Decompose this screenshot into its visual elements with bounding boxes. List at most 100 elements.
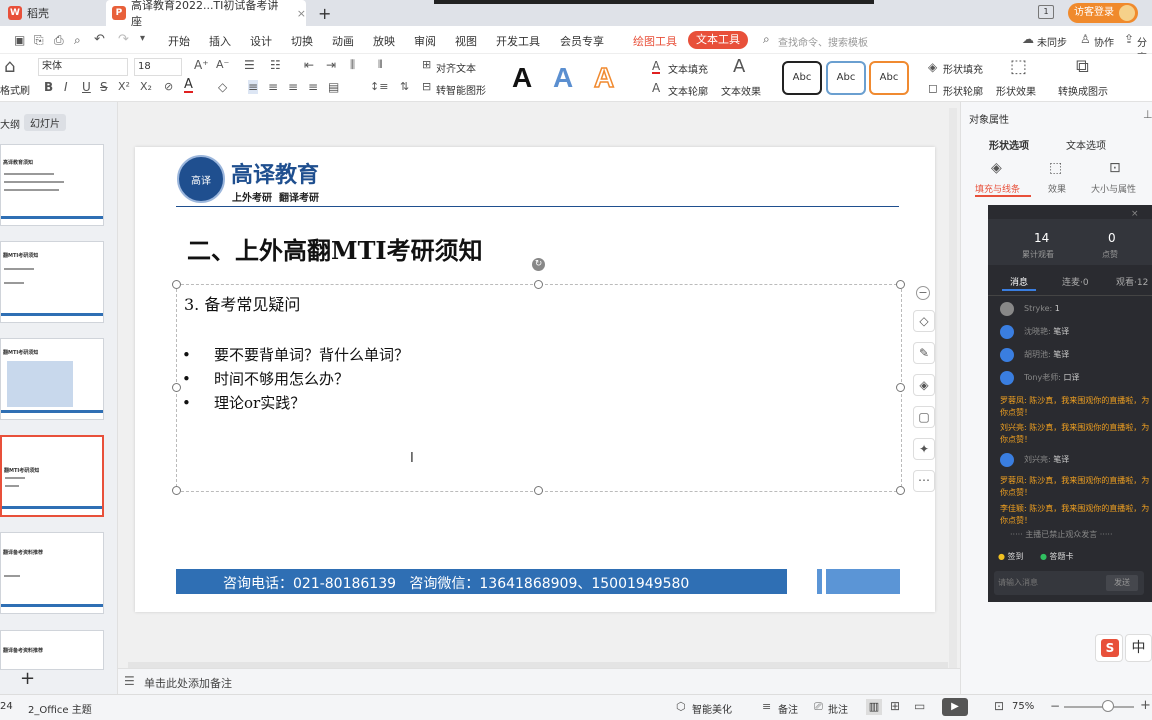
text-fill-button[interactable]: 文本填充 bbox=[668, 61, 708, 76]
tab-text-options[interactable]: 文本选项 bbox=[1066, 137, 1106, 152]
shape-style-1[interactable]: Abc bbox=[782, 61, 822, 95]
collapse-icon[interactable]: − bbox=[916, 286, 930, 300]
smartart-button[interactable]: 转智能图形 bbox=[436, 82, 486, 97]
menu-start[interactable]: 开始 bbox=[168, 33, 190, 49]
sorter-view-icon[interactable]: ⊞ bbox=[890, 699, 900, 713]
add-slide-button[interactable]: + bbox=[20, 668, 35, 689]
font-name-select[interactable]: 宋体 bbox=[38, 58, 128, 76]
slide-thumbnail-selected[interactable]: 翻MTI考研须知 bbox=[0, 435, 104, 517]
subtab-fill-line[interactable]: 填充与线条 bbox=[975, 182, 1020, 195]
menu-transition[interactable]: 切换 bbox=[291, 33, 313, 49]
notes-toggle-button[interactable]: 备注 bbox=[778, 701, 798, 716]
text-effects-button[interactable]: 文本效果 bbox=[721, 83, 761, 98]
live-chat-input[interactable]: 请输入消息 发送 bbox=[994, 571, 1144, 595]
strikethrough-button[interactable]: S bbox=[100, 80, 108, 94]
live-tab-messages[interactable]: 消息 bbox=[1010, 275, 1028, 288]
selected-textbox[interactable]: 3. 备考常见疑问 • 要不要背单词？背什么单词？ • 时间不够用怎么办？ • 理论o… bbox=[172, 258, 905, 495]
subscript-icon[interactable]: X₂ bbox=[140, 80, 152, 93]
ime-language-toggle[interactable]: 中 bbox=[1125, 634, 1152, 662]
justify-icon[interactable]: ≡ bbox=[308, 80, 318, 94]
notes-placeholder[interactable]: 单击此处添加备注 bbox=[144, 675, 232, 691]
border-icon[interactable]: ▢ bbox=[913, 406, 935, 428]
slide[interactable]: 高译 高译教育 上外考研 翻译考研 二、上外高翻MTI考研须知 3. 备考常见疑… bbox=[135, 147, 935, 612]
undo-icon[interactable]: ↶ bbox=[94, 32, 105, 47]
bold-button[interactable]: B bbox=[44, 80, 53, 94]
tab-home[interactable]: W 稻壳 bbox=[2, 0, 102, 26]
tab-document[interactable]: P 高译教育2022...TI初试备考讲座 × bbox=[106, 0, 306, 28]
font-size-select[interactable]: 18 bbox=[134, 58, 182, 76]
menu-insert[interactable]: 插入 bbox=[209, 33, 231, 49]
outdent-icon[interactable]: ⇤ bbox=[304, 58, 314, 72]
fill-bucket-icon[interactable]: ◈ bbox=[913, 374, 935, 396]
answer-card-button[interactable]: ● 答题卡 bbox=[1040, 551, 1074, 562]
subtab-effects[interactable]: 效果 bbox=[1048, 182, 1066, 195]
slide-title[interactable]: 二、上外高翻MTI考研须知 bbox=[187, 231, 483, 266]
text-style-blue[interactable]: A bbox=[553, 62, 573, 94]
align-text-button[interactable]: 对齐文本 bbox=[436, 60, 476, 75]
underline-button[interactable]: U bbox=[82, 80, 91, 94]
menu-slideshow[interactable]: 放映 bbox=[373, 33, 395, 49]
align-center-icon[interactable]: ≡ bbox=[268, 80, 278, 94]
menu-review[interactable]: 审阅 bbox=[414, 33, 436, 49]
menu-drawing-tools[interactable]: 绘图工具 bbox=[633, 33, 677, 49]
menu-animation[interactable]: 动画 bbox=[332, 33, 354, 49]
resize-handle[interactable] bbox=[172, 383, 181, 392]
quick-access-dropdown-icon[interactable]: ▾ bbox=[140, 33, 145, 44]
sync-status[interactable]: 未同步 bbox=[1037, 34, 1067, 49]
text-outline-button[interactable]: 文本轮廓 bbox=[668, 83, 708, 98]
font-color-icon[interactable]: A bbox=[184, 78, 193, 93]
collab-button[interactable]: 协作 bbox=[1094, 34, 1114, 49]
export-icon[interactable]: ⎘ bbox=[34, 33, 44, 48]
format-brush-icon[interactable]: ⌂ bbox=[4, 56, 15, 77]
lightbulb-icon[interactable]: ✦ bbox=[913, 438, 935, 460]
fit-window-icon[interactable]: ⊡ bbox=[994, 699, 1004, 713]
zoom-in-icon[interactable]: + bbox=[1140, 698, 1151, 713]
login-button[interactable]: 访客登录 bbox=[1068, 3, 1138, 23]
columns-icon[interactable]: ⫴ bbox=[378, 58, 383, 72]
resize-handle[interactable] bbox=[172, 280, 181, 289]
resize-handle[interactable] bbox=[534, 280, 543, 289]
print-preview-icon[interactable]: ⌕ bbox=[74, 33, 81, 48]
resize-handle[interactable] bbox=[896, 383, 905, 392]
menu-design[interactable]: 设计 bbox=[250, 33, 272, 49]
smartart-icon[interactable]: ⊟ bbox=[422, 80, 431, 93]
line-spacing-icon[interactable]: ↕≡ bbox=[370, 80, 388, 93]
change-case-icon[interactable]: ⊘ bbox=[164, 80, 173, 93]
live-tab-mic[interactable]: 连麦·0 bbox=[1062, 275, 1089, 288]
slide-thumbnail[interactable]: 翻MTI考研须知 bbox=[0, 241, 104, 323]
format-brush-label[interactable]: 格式刷 bbox=[0, 82, 30, 97]
convert-to-image-button[interactable]: 转换成图示 bbox=[1058, 83, 1108, 98]
tab-outline[interactable]: 大纲 bbox=[0, 116, 20, 131]
superscript-icon[interactable]: X² bbox=[118, 80, 130, 93]
print-icon[interactable]: ⎙ bbox=[54, 33, 64, 48]
resize-handle[interactable] bbox=[534, 486, 543, 495]
resize-handle[interactable] bbox=[172, 486, 181, 495]
theme-name[interactable]: 2_Office 主题 bbox=[28, 701, 92, 716]
rotate-handle-icon[interactable]: ↻ bbox=[532, 258, 545, 271]
tab-shape-options[interactable]: 形状选项 bbox=[989, 137, 1029, 152]
more-icon[interactable]: ⋯ bbox=[913, 470, 935, 492]
normal-view-icon[interactable]: ▥ bbox=[866, 699, 882, 715]
layers-icon[interactable]: ◇ bbox=[913, 310, 935, 332]
zoom-slider[interactable] bbox=[1064, 706, 1134, 708]
align-right-icon[interactable]: ≡ bbox=[288, 80, 298, 94]
align-text-icon[interactable]: ⊞ bbox=[422, 58, 431, 71]
text-style-black[interactable]: A bbox=[512, 62, 532, 94]
slide-thumbnail[interactable]: 翻译备考资料推荐 bbox=[0, 630, 104, 670]
subtab-size[interactable]: 大小与属性 bbox=[1091, 182, 1136, 195]
reading-view-icon[interactable]: ▭ bbox=[914, 699, 925, 713]
send-button[interactable]: 发送 bbox=[1106, 575, 1138, 591]
resize-handle[interactable] bbox=[896, 486, 905, 495]
shrink-font-icon[interactable]: A⁻ bbox=[216, 58, 229, 71]
live-tab-viewers[interactable]: 观看·12 bbox=[1116, 275, 1148, 288]
slide-thumbnail[interactable]: 翻译备考资料推荐 bbox=[0, 532, 104, 614]
numbering-icon[interactable]: ☷ bbox=[270, 58, 281, 72]
grow-font-icon[interactable]: A⁺ bbox=[194, 58, 209, 72]
menu-text-tools[interactable]: 文本工具 bbox=[688, 31, 748, 49]
shape-effects-button[interactable]: 形状效果 bbox=[996, 83, 1036, 98]
shape-outline-button[interactable]: 形状轮廓 bbox=[943, 83, 983, 98]
tab-close-icon[interactable]: × bbox=[297, 7, 306, 20]
indent-icon[interactable]: ⇥ bbox=[326, 58, 336, 72]
resize-handle[interactable] bbox=[896, 280, 905, 289]
notes-bar[interactable]: ☰ 单击此处添加备注 bbox=[118, 668, 960, 694]
